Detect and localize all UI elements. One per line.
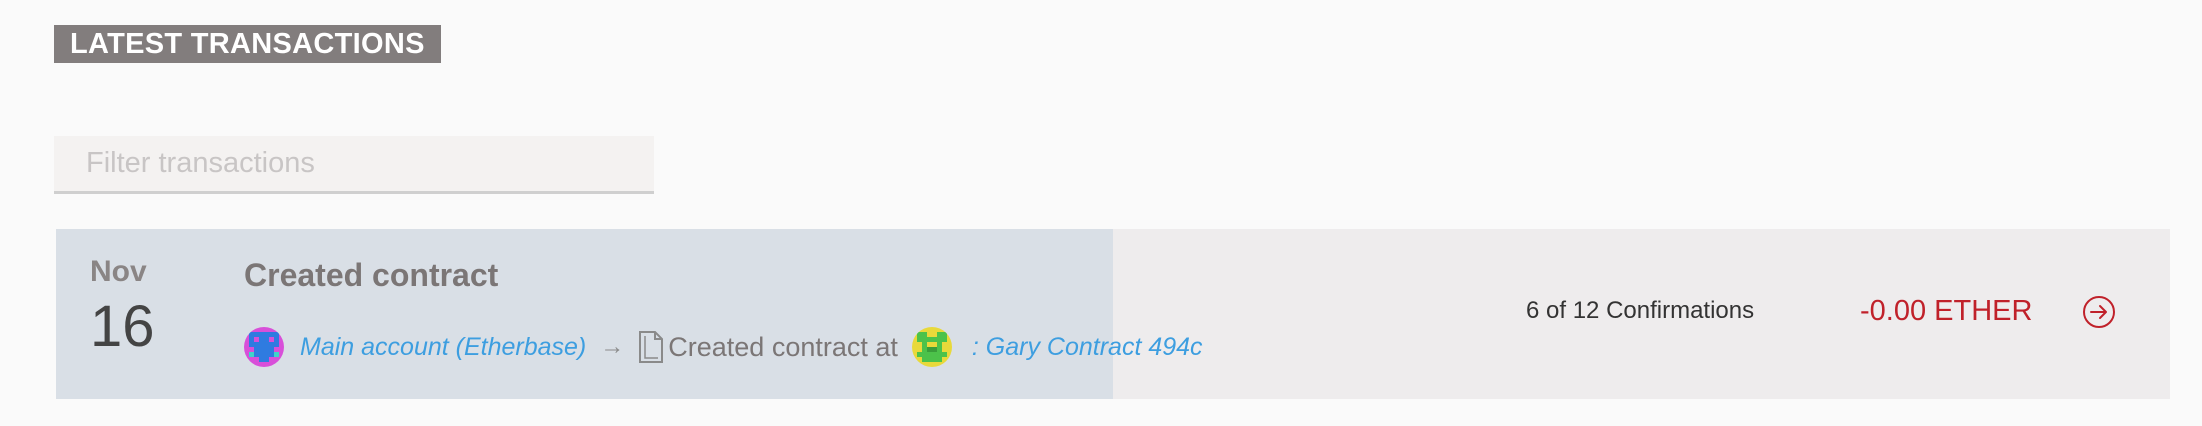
from-account-identicon[interactable] bbox=[244, 327, 284, 367]
circle-arrow-right-icon[interactable] bbox=[2080, 293, 2118, 331]
confirmations-text: 6 of 12 Confirmations bbox=[1526, 297, 1755, 324]
from-account-link[interactable]: Main account (Etherbase) bbox=[300, 333, 586, 362]
document-icon bbox=[638, 331, 664, 363]
transaction-month: Nov bbox=[90, 255, 147, 288]
transaction-amount: -0.00 ETHER bbox=[1860, 295, 2033, 327]
transaction-date: Nov 16 bbox=[90, 253, 200, 359]
filter-transactions-input[interactable] bbox=[54, 136, 654, 191]
confirmation-progress-bar bbox=[56, 229, 1113, 399]
transaction-info: Main account (Etherbase) → Created contr… bbox=[244, 325, 1203, 369]
transaction-row[interactable]: Nov 16 Created contract Main account (Et… bbox=[56, 229, 2170, 399]
action-text: Created contract at bbox=[668, 331, 898, 362]
transaction-title: Created contract bbox=[244, 257, 499, 293]
to-contract-link[interactable]: : Gary Contract 494c bbox=[972, 333, 1203, 362]
arrow-right-icon: → bbox=[600, 333, 625, 360]
to-contract-identicon[interactable] bbox=[911, 327, 952, 367]
transactions-page: LATEST TRANSACTIONS Nov 16 Created contr… bbox=[0, 0, 2202, 426]
section-heading: LATEST TRANSACTIONS bbox=[54, 25, 441, 63]
filter-field bbox=[54, 136, 654, 194]
transaction-day: 16 bbox=[90, 294, 155, 359]
